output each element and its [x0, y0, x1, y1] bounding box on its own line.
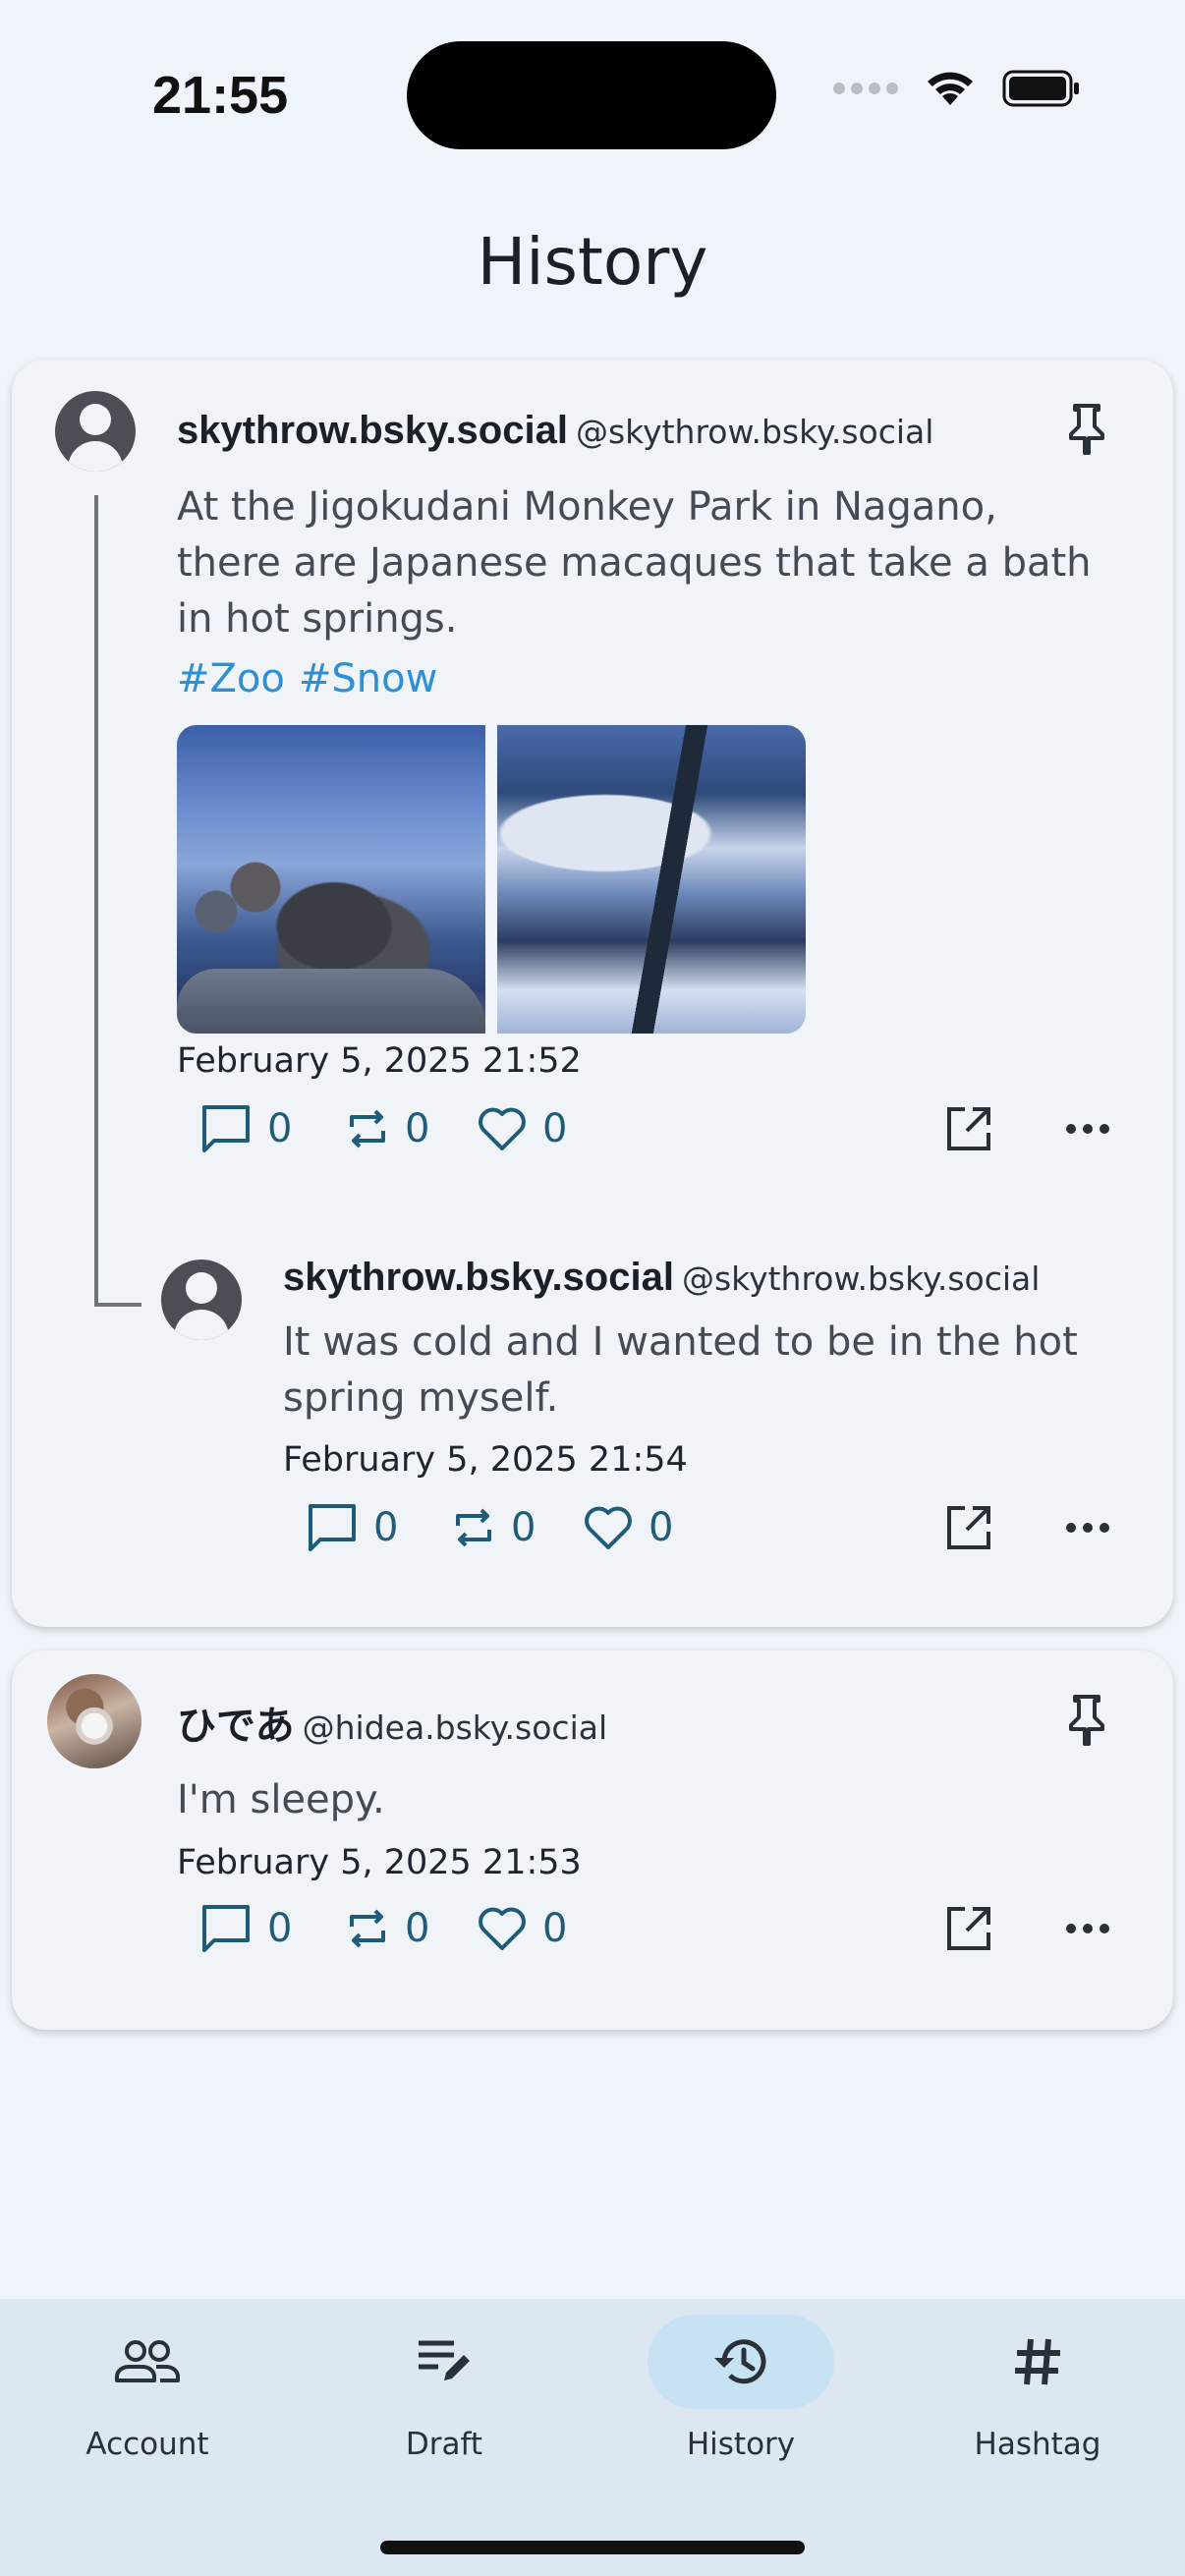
pin-icon[interactable] — [1065, 1694, 1108, 1747]
post-actions: 0 0 0 — [198, 1894, 1122, 1963]
author-line: skythrow.bsky.social @skythrow.bsky.socia… — [177, 409, 933, 453]
heart-icon — [585, 1506, 632, 1549]
nav-draft[interactable]: Draft — [326, 2315, 562, 2462]
more-options-button[interactable] — [1065, 1493, 1110, 1562]
more-options-button[interactable] — [1065, 1094, 1110, 1163]
like-count: 0 — [542, 1106, 568, 1151]
hashtag-link[interactable]: #Snow — [299, 656, 437, 701]
image-gallery — [177, 725, 806, 1034]
active-indicator — [648, 2315, 834, 2409]
history-icon — [714, 2339, 766, 2384]
battery-icon — [1002, 70, 1079, 107]
repost-count: 0 — [511, 1505, 536, 1550]
comment-icon — [202, 1105, 250, 1152]
repost-icon — [350, 1909, 385, 1948]
like-button[interactable]: 0 — [476, 1894, 567, 1963]
handle[interactable]: @skythrow.bsky.social — [682, 1260, 1040, 1298]
post-actions: 0 0 0 — [305, 1493, 1122, 1562]
author-line: skythrow.bsky.social @skythrow.bsky.socia… — [283, 1256, 1040, 1300]
like-button[interactable]: 0 — [582, 1493, 673, 1562]
repost-button[interactable]: 0 — [344, 1894, 429, 1963]
nav-label: History — [686, 2427, 796, 2462]
more-horizontal-icon — [1066, 1523, 1109, 1533]
open-in-new-icon — [947, 1506, 990, 1549]
nav-label: Draft — [405, 2427, 483, 2462]
post-text: At the Jigokudani Monkey Park in Nagano,… — [177, 484, 1092, 642]
avatar[interactable] — [47, 1674, 141, 1768]
post-text: It was cold and I wanted to be in the ho… — [283, 1319, 1078, 1421]
more-options-button[interactable] — [1065, 1894, 1110, 1963]
like-button[interactable]: 0 — [476, 1094, 567, 1163]
more-horizontal-icon — [1066, 1924, 1109, 1933]
repost-button[interactable]: 0 — [344, 1094, 429, 1163]
heart-icon — [479, 1907, 526, 1950]
display-name[interactable]: skythrow.bsky.social — [177, 409, 568, 452]
nav-history[interactable]: History — [623, 2315, 859, 2462]
people-icon — [115, 2340, 180, 2382]
open-external-button[interactable] — [943, 1493, 994, 1562]
repost-icon — [456, 1508, 491, 1547]
signal-icon — [833, 83, 898, 94]
comment-icon — [202, 1905, 250, 1952]
reply-button[interactable]: 0 — [305, 1493, 398, 1562]
open-external-button[interactable] — [943, 1894, 994, 1963]
avatar[interactable] — [55, 391, 136, 472]
reply-button[interactable]: 0 — [198, 1894, 292, 1963]
home-indicator[interactable] — [380, 2541, 805, 2554]
page-title: History — [477, 224, 708, 300]
handle[interactable]: @skythrow.bsky.social — [576, 413, 933, 451]
open-external-button[interactable] — [943, 1094, 994, 1163]
wifi-icon — [928, 72, 973, 105]
like-count: 0 — [649, 1505, 674, 1550]
nav-hashtag[interactable]: Hashtag — [920, 2315, 1156, 2462]
avatar[interactable] — [161, 1260, 242, 1340]
post-timestamp: February 5, 2025 21:53 — [177, 1843, 582, 1882]
repost-button[interactable]: 0 — [450, 1493, 536, 1562]
post-timestamp: February 5, 2025 21:52 — [177, 1041, 582, 1081]
display-name[interactable]: skythrow.bsky.social — [283, 1256, 674, 1299]
handle[interactable]: @hidea.bsky.social — [303, 1708, 608, 1747]
status-icons — [833, 69, 1081, 108]
nav-label: Hashtag — [974, 2427, 1101, 2462]
comment-icon — [309, 1504, 356, 1551]
reply-count: 0 — [267, 1906, 293, 1951]
display-name[interactable]: ひであ — [177, 1705, 295, 1748]
thread-connector-line — [94, 495, 141, 1307]
hashtag-list: #Zoo #Snow — [177, 656, 451, 701]
like-count: 0 — [542, 1906, 568, 1951]
repost-count: 0 — [405, 1906, 430, 1951]
edit-note-icon — [419, 2340, 470, 2380]
post-actions: 0 0 0 — [198, 1094, 1122, 1163]
open-in-new-icon — [947, 1907, 990, 1950]
author-line: ひであ @hidea.bsky.social — [177, 1694, 607, 1751]
dynamic-island — [407, 41, 776, 149]
hashtag-link[interactable]: #Zoo — [177, 656, 285, 701]
post-image-monkeys[interactable] — [177, 725, 485, 1034]
repost-icon — [350, 1109, 385, 1148]
nav-account[interactable]: Account — [29, 2315, 265, 2462]
reply-count: 0 — [373, 1505, 399, 1550]
nav-label: Account — [85, 2427, 209, 2462]
open-in-new-icon — [947, 1107, 990, 1150]
pin-icon[interactable] — [1065, 403, 1108, 456]
post-image-snowy-onsen[interactable] — [497, 725, 806, 1034]
post-card[interactable]: ひであ @hidea.bsky.social I'm sleepy. Februa… — [12, 1651, 1173, 2030]
status-time: 21:55 — [152, 66, 289, 125]
hashtag-icon — [1015, 2338, 1060, 2385]
more-horizontal-icon — [1066, 1124, 1109, 1134]
post-timestamp: February 5, 2025 21:54 — [283, 1440, 688, 1480]
thread-card[interactable]: skythrow.bsky.social @skythrow.bsky.socia… — [12, 360, 1173, 1627]
app-screen: 21:55 History skythrow.bsky.social @skyth… — [0, 0, 1185, 2576]
reply-count: 0 — [267, 1106, 293, 1151]
post-text: I'm sleepy. — [177, 1777, 385, 1822]
heart-icon — [479, 1107, 526, 1150]
repost-count: 0 — [405, 1106, 430, 1151]
reply-button[interactable]: 0 — [198, 1094, 292, 1163]
